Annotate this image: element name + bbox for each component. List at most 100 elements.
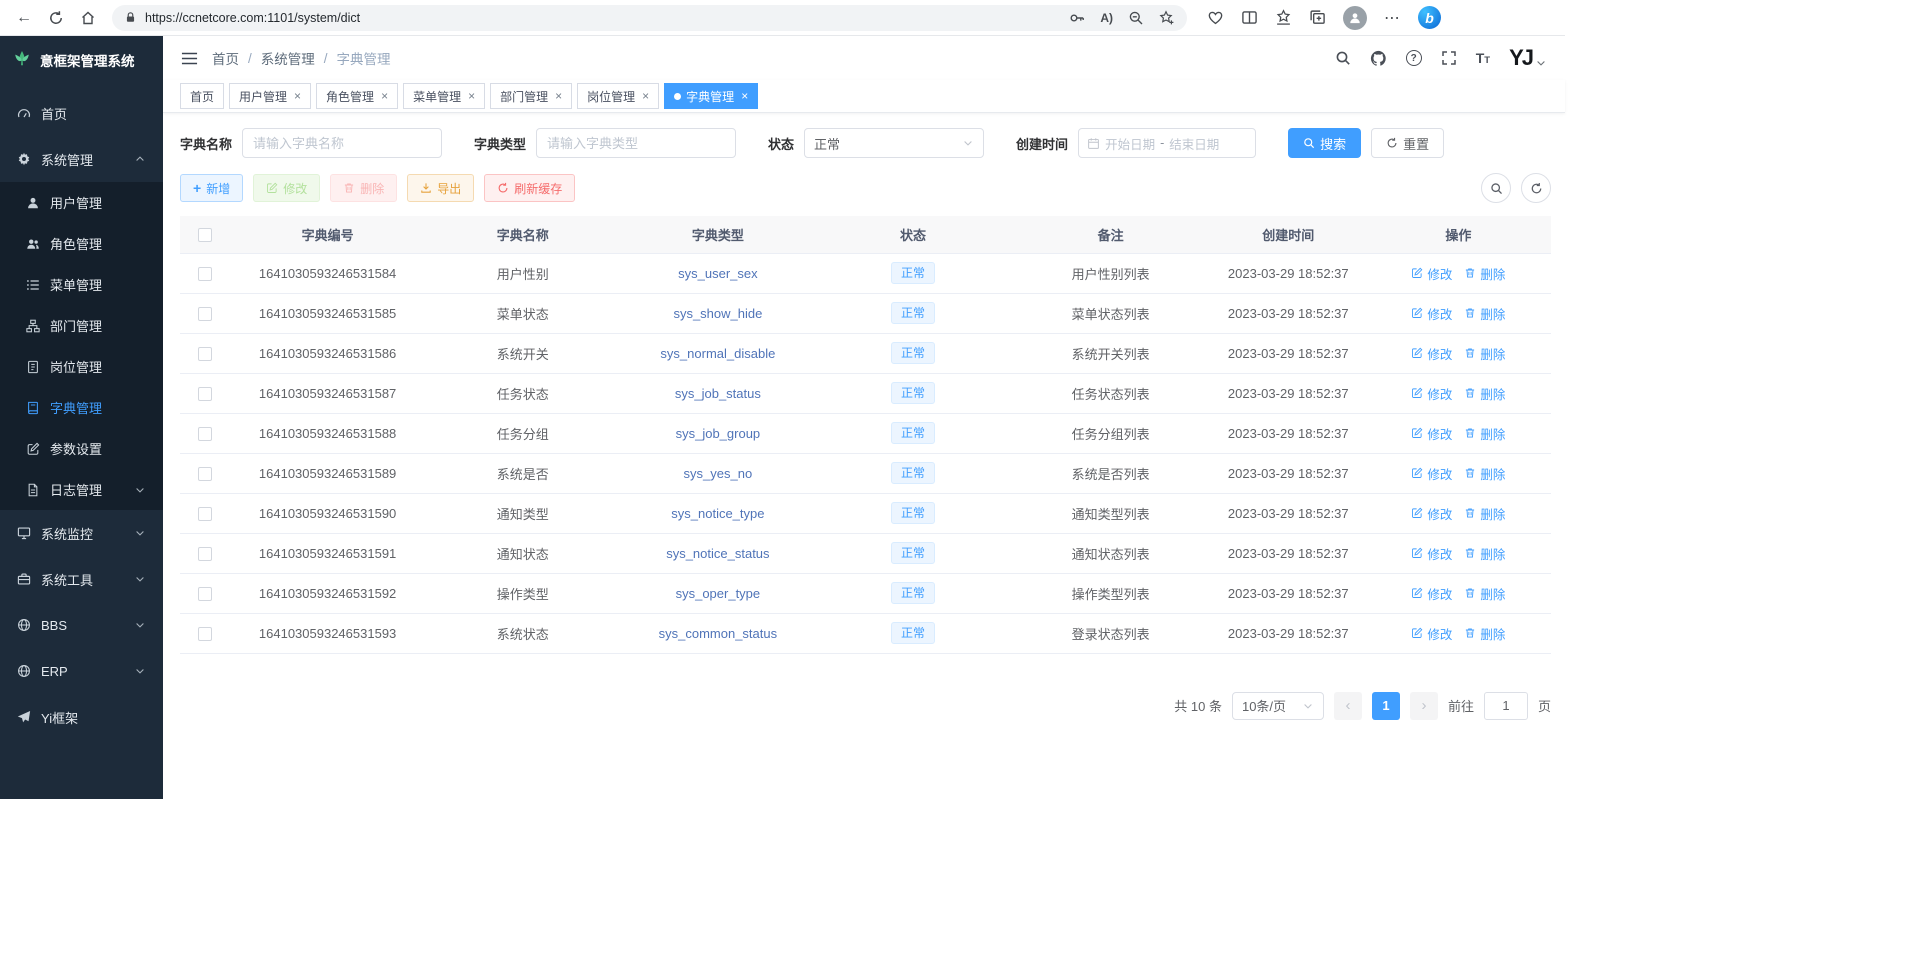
tab-role-management[interactable]: 角色管理× [316,83,398,109]
browser-address-bar[interactable]: https://ccnetcore.com:1101/system/dict A… [112,5,1187,31]
sidebar-item-param-settings[interactable]: 参数设置 [0,428,163,469]
sidebar-item-dept-management[interactable]: 部门管理 [0,305,163,346]
row-edit-button[interactable]: 修改 [1411,424,1452,443]
page-size-select[interactable]: 10条/页 [1232,692,1324,720]
browser-menu-icon[interactable]: ⋯ [1384,8,1401,28]
row-delete-button[interactable]: 删除 [1464,624,1505,643]
header-search-icon[interactable] [1335,50,1351,66]
row-delete-button[interactable]: 删除 [1464,504,1505,523]
edit-button[interactable]: 修改 [253,174,320,202]
row-checkbox[interactable] [198,347,212,361]
zoom-out-icon[interactable] [1128,10,1144,26]
dict-type-input[interactable] [536,128,736,158]
tab-post-management[interactable]: 岗位管理× [577,83,659,109]
dict-type-link[interactable]: sys_show_hide [673,306,762,321]
date-range-picker[interactable]: 开始日期 - 结束日期 [1078,128,1256,158]
read-aloud-icon[interactable]: A) [1100,11,1113,25]
row-delete-button[interactable]: 删除 [1464,544,1505,563]
dict-type-link[interactable]: sys_normal_disable [660,346,775,361]
row-checkbox[interactable] [198,467,212,481]
profile-avatar[interactable] [1343,6,1367,30]
row-checkbox[interactable] [198,507,212,521]
dict-type-link[interactable]: sys_job_status [675,386,761,401]
status-select[interactable]: 正常 [804,128,984,158]
row-checkbox[interactable] [198,627,212,641]
next-page-button[interactable]: › [1410,692,1438,720]
row-delete-button[interactable]: 删除 [1464,384,1505,403]
bing-copilot-icon[interactable]: b [1418,6,1441,29]
dict-type-link[interactable]: sys_job_group [676,426,761,441]
row-checkbox[interactable] [198,587,212,601]
row-edit-button[interactable]: 修改 [1411,544,1452,563]
sidebar-item-user-management[interactable]: 用户管理 [0,182,163,223]
row-edit-button[interactable]: 修改 [1411,584,1452,603]
prev-page-button[interactable]: ‹ [1334,692,1362,720]
row-edit-button[interactable]: 修改 [1411,384,1452,403]
select-all-checkbox[interactable] [198,228,212,242]
tab-close-icon[interactable]: × [468,89,475,103]
page-jump-input[interactable] [1484,692,1528,720]
sidebar-item-system-management[interactable]: 系统管理 [0,136,163,182]
fullscreen-icon[interactable] [1441,50,1457,66]
sidebar-item-system-monitor[interactable]: 系统监控 [0,510,163,556]
export-button[interactable]: 导出 [407,174,474,202]
current-page-button[interactable]: 1 [1372,692,1400,720]
sidebar-item-log-management[interactable]: 日志管理 [0,469,163,510]
collections-icon[interactable] [1309,9,1326,26]
row-delete-button[interactable]: 删除 [1464,264,1505,283]
sidebar-item-dict-management[interactable]: 字典管理 [0,387,163,428]
dict-type-link[interactable]: sys_common_status [659,626,778,641]
row-checkbox[interactable] [198,267,212,281]
refresh-cache-button[interactable]: 刷新缓存 [484,174,575,202]
add-button[interactable]: + 新增 [180,174,243,202]
tab-close-icon[interactable]: × [294,89,301,103]
reset-button[interactable]: 重置 [1371,128,1444,158]
refresh-table-button[interactable] [1521,173,1551,203]
row-delete-button[interactable]: 删除 [1464,424,1505,443]
row-delete-button[interactable]: 删除 [1464,584,1505,603]
breadcrumb-home[interactable]: 首页 [212,48,239,68]
tab-user-management[interactable]: 用户管理× [229,83,311,109]
row-edit-button[interactable]: 修改 [1411,504,1452,523]
sidebar-item-bbs[interactable]: BBS [0,602,163,648]
dict-type-link[interactable]: sys_yes_no [684,466,753,481]
dict-type-link[interactable]: sys_notice_status [666,546,769,561]
browser-essentials-icon[interactable] [1207,9,1224,26]
row-delete-button[interactable]: 删除 [1464,304,1505,323]
row-delete-button[interactable]: 删除 [1464,344,1505,363]
favorites-icon[interactable] [1275,9,1292,26]
delete-button[interactable]: 删除 [330,174,397,202]
sidebar-item-erp[interactable]: ERP [0,648,163,694]
sidebar-toggle-icon[interactable] [181,50,198,67]
browser-home-button[interactable] [74,4,102,32]
row-edit-button[interactable]: 修改 [1411,624,1452,643]
sidebar-item-system-tools[interactable]: 系统工具 [0,556,163,602]
tab-menu-management[interactable]: 菜单管理× [403,83,485,109]
browser-reload-button[interactable] [42,4,70,32]
tab-home[interactable]: 首页 [180,83,224,109]
toggle-search-button[interactable] [1481,173,1511,203]
sidebar-item-role-management[interactable]: 角色管理 [0,223,163,264]
search-button[interactable]: 搜索 [1288,128,1361,158]
url-text[interactable]: https://ccnetcore.com:1101/system/dict [145,11,1061,25]
row-edit-button[interactable]: 修改 [1411,304,1452,323]
user-logo[interactable]: YJ [1509,47,1547,69]
row-checkbox[interactable] [198,307,212,321]
password-key-icon[interactable] [1069,10,1085,26]
font-size-icon[interactable]: TT [1476,50,1490,66]
breadcrumb-system[interactable]: 系统管理 [261,48,315,68]
tab-close-icon[interactable]: × [555,89,562,103]
sidebar-item-menu-management[interactable]: 菜单管理 [0,264,163,305]
row-checkbox[interactable] [198,427,212,441]
dict-type-link[interactable]: sys_oper_type [676,586,761,601]
row-checkbox[interactable] [198,387,212,401]
github-icon[interactable] [1370,50,1387,67]
tab-dept-management[interactable]: 部门管理× [490,83,572,109]
sidebar-item-post-management[interactable]: 岗位管理 [0,346,163,387]
tab-dict-management[interactable]: 字典管理× [664,83,758,109]
row-edit-button[interactable]: 修改 [1411,464,1452,483]
browser-back-button[interactable]: ← [10,4,38,32]
sidebar-item-yi-framework[interactable]: Yi框架 [0,694,163,740]
sidebar-item-home[interactable]: 首页 [0,90,163,136]
tab-close-icon[interactable]: × [741,89,748,103]
